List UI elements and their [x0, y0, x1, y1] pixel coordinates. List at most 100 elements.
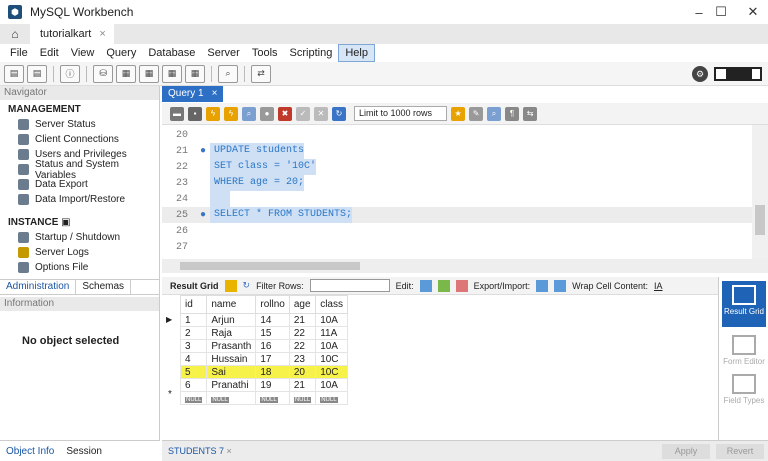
close-result-tab-icon[interactable]: ×: [227, 446, 232, 456]
cell[interactable]: Hussain: [206, 352, 257, 366]
open-file-icon[interactable]: ▬: [170, 106, 184, 121]
create-schema-icon[interactable]: ⛁: [93, 64, 113, 83]
wrap-lines-icon[interactable]: ⇆: [523, 106, 538, 121]
cell[interactable]: 20: [288, 365, 317, 379]
cell[interactable]: 18: [255, 365, 290, 379]
scroll-thumb[interactable]: [755, 205, 765, 235]
nav-status-variables[interactable]: Status and System Variables: [0, 159, 159, 181]
menu-server[interactable]: Server: [201, 45, 245, 61]
tab-session[interactable]: Session: [60, 446, 108, 457]
settings-icon[interactable]: ⚙: [692, 66, 708, 82]
execute-icon[interactable]: ϟ: [206, 106, 220, 121]
cell[interactable]: Raja: [206, 326, 257, 340]
cell[interactable]: 5: [179, 365, 208, 379]
field-types-side-button[interactable]: Field Types: [722, 370, 766, 405]
sql-editor[interactable]: 20 21 ● UPDATE students 22 SET class = '10C…: [162, 125, 768, 259]
cell[interactable]: Prasanth: [206, 339, 257, 353]
column-header[interactable]: id: [179, 295, 208, 314]
close-query-tab-icon[interactable]: ×: [212, 86, 218, 102]
result-tab[interactable]: STUDENTS 7 ×: [162, 446, 232, 456]
nav-data-import[interactable]: Data Import/Restore: [0, 192, 159, 207]
layout-toggle-icon[interactable]: [714, 67, 762, 81]
cell[interactable]: 10C: [315, 365, 348, 379]
cell[interactable]: 23: [288, 352, 317, 366]
rollback-icon[interactable]: ✕: [314, 106, 328, 121]
close-button[interactable]: ✕: [730, 0, 768, 24]
cell[interactable]: NULL: [255, 391, 290, 405]
inspector-icon[interactable]: ⓘ: [60, 64, 80, 83]
close-tab-icon[interactable]: ×: [99, 28, 105, 40]
add-row-icon[interactable]: [437, 279, 450, 292]
cell[interactable]: 22: [288, 339, 317, 353]
menu-help[interactable]: Help: [338, 44, 375, 62]
cell[interactable]: 16: [255, 339, 290, 353]
table-row[interactable]: 6 Pranathi 19 21 10A: [179, 378, 348, 392]
find-icon[interactable]: ⌕: [487, 106, 502, 121]
editor-vertical-scrollbar[interactable]: [752, 125, 768, 259]
create-view-icon[interactable]: ▦: [139, 64, 159, 83]
cell[interactable]: 21: [288, 378, 317, 392]
nav-client-connections[interactable]: Client Connections: [0, 132, 159, 147]
column-header[interactable]: rollno: [255, 295, 290, 314]
commit-icon[interactable]: ✓: [296, 106, 310, 121]
cell[interactable]: 21: [288, 313, 317, 327]
editor-horizontal-scrollbar[interactable]: [162, 259, 768, 273]
connection-tab[interactable]: tutorialkart ×: [30, 24, 114, 44]
import-icon[interactable]: [554, 279, 567, 292]
table-row[interactable]: 1 Arjun 14 21 10A: [179, 313, 348, 327]
explain-icon[interactable]: ⌕: [242, 106, 256, 121]
menu-tools[interactable]: Tools: [246, 45, 284, 61]
cell[interactable]: Pranathi: [206, 378, 257, 392]
column-header[interactable]: name: [206, 295, 257, 314]
cell[interactable]: 17: [255, 352, 290, 366]
cell[interactable]: 22: [288, 326, 317, 340]
cell[interactable]: 10A: [315, 339, 348, 353]
tab-administration[interactable]: Administration: [0, 280, 77, 294]
cell[interactable]: 11A: [315, 326, 348, 340]
cell[interactable]: 3: [179, 339, 208, 353]
column-header[interactable]: age: [288, 295, 317, 314]
cell[interactable]: 6: [179, 378, 208, 392]
bookmark-icon[interactable]: ★: [451, 106, 466, 121]
cell[interactable]: 4: [179, 352, 208, 366]
reconnect-icon[interactable]: ⇄: [251, 64, 271, 83]
menu-scripting[interactable]: Scripting: [284, 45, 339, 61]
execute-current-icon[interactable]: ϟ: [224, 106, 238, 121]
cell[interactable]: Arjun: [206, 313, 257, 327]
scroll-thumb[interactable]: [180, 262, 360, 270]
table-row[interactable]: 4 Hussain 17 23 10C: [179, 352, 348, 366]
nav-startup-shutdown[interactable]: Startup / Shutdown: [0, 230, 159, 245]
open-sql-script-icon[interactable]: ▤: [27, 64, 47, 83]
invisible-chars-icon[interactable]: ¶: [505, 106, 520, 121]
home-icon[interactable]: ⌂: [0, 24, 30, 44]
filter-rows-input[interactable]: [309, 279, 390, 292]
tab-object-info[interactable]: Object Info: [0, 446, 60, 457]
delete-row-icon[interactable]: [455, 279, 468, 292]
result-grid-side-button[interactable]: Result Grid: [722, 281, 766, 327]
stop-icon[interactable]: ●: [260, 106, 274, 121]
cell[interactable]: 10C: [315, 352, 348, 366]
create-procedure-icon[interactable]: ▦: [162, 64, 182, 83]
cell[interactable]: 15: [255, 326, 290, 340]
create-table-icon[interactable]: ▦: [116, 64, 136, 83]
cell[interactable]: NULL: [315, 391, 348, 405]
export-icon[interactable]: [536, 279, 549, 292]
autocommit-icon[interactable]: ↻: [332, 106, 346, 121]
cell[interactable]: 19: [255, 378, 290, 392]
menu-query[interactable]: Query: [100, 45, 142, 61]
cell[interactable]: 10A: [315, 378, 348, 392]
menu-file[interactable]: File: [4, 45, 34, 61]
table-row-new[interactable]: NULL NULL NULL NULL NULL: [179, 391, 348, 405]
menu-edit[interactable]: Edit: [34, 45, 65, 61]
form-editor-side-button[interactable]: Form Editor: [722, 331, 766, 366]
menu-view[interactable]: View: [65, 45, 101, 61]
menu-database[interactable]: Database: [142, 45, 201, 61]
cell[interactable]: NULL: [179, 391, 208, 405]
cell[interactable]: NULL: [288, 391, 317, 405]
column-header[interactable]: class: [315, 295, 348, 314]
search-table-data-icon[interactable]: ⌕: [218, 64, 238, 83]
save-icon[interactable]: ▪: [188, 106, 202, 121]
query-tab[interactable]: Query 1 ×: [162, 86, 224, 102]
apply-button[interactable]: Apply: [662, 444, 710, 459]
revert-button[interactable]: Revert: [716, 444, 764, 459]
